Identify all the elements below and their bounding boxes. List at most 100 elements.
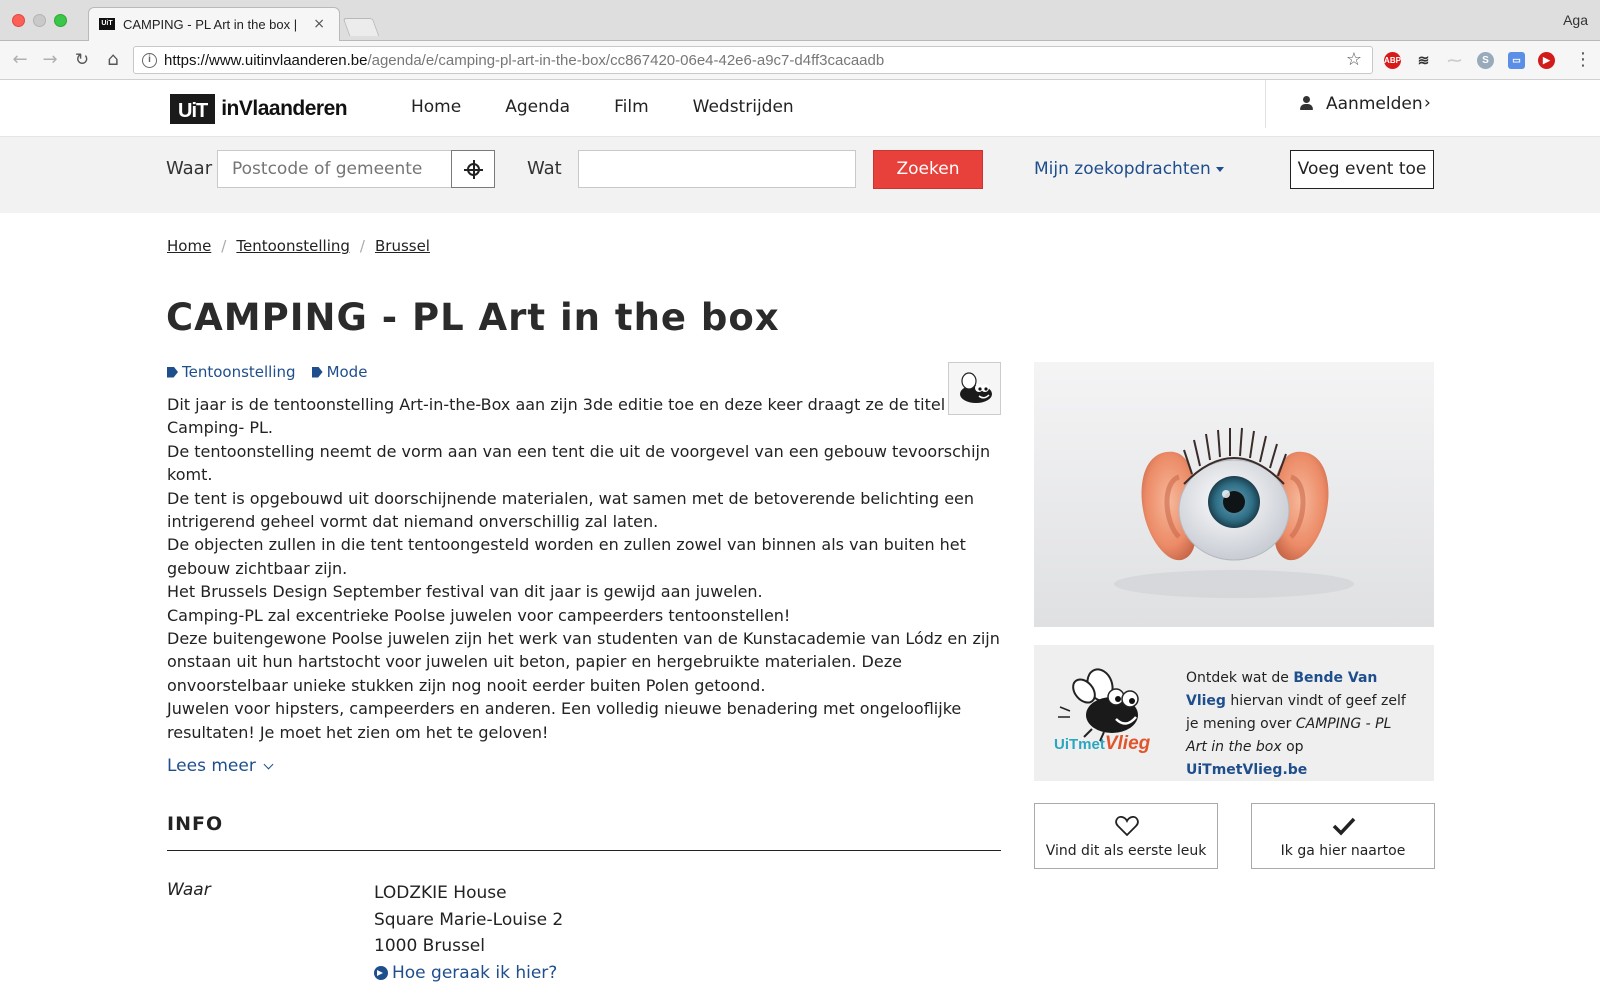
description-paragraph: De objecten zullen in die tent tentoonge… [167, 535, 966, 578]
breadcrumb: Home / Tentoonstelling / Brussel [167, 237, 430, 255]
what-label: Wat [527, 158, 562, 179]
tag-tentoonstelling[interactable]: Tentoonstelling [167, 363, 296, 381]
forward-arrow-icon[interactable]: → [38, 48, 62, 72]
caret-down-icon [1215, 166, 1224, 172]
breadcrumb-category[interactable]: Tentoonstelling [236, 237, 350, 255]
search-bar: Waar Wat Zoeken Mijn zoekopdrachten Voeg… [0, 137, 1600, 213]
browser-toolbar: ← → ↻ ⌂ i https://www.uitinvlaanderen.be… [0, 41, 1600, 80]
venue-city: 1000 Brussel [374, 936, 485, 956]
browser-profile-name[interactable]: Aga [1563, 12, 1588, 28]
breadcrumb-separator: / [359, 237, 365, 255]
reload-icon[interactable]: ↻ [70, 48, 94, 72]
nav-home[interactable]: Home [411, 97, 461, 117]
description-paragraph: De tent is opgebouwd uit doorschijnende … [167, 488, 975, 532]
url-host: https://www.uitinvlaanderen.be [164, 52, 368, 69]
description-paragraph: Dit jaar is de tentoonstelling Art-in-th… [167, 395, 946, 438]
breadcrumb-home[interactable]: Home [167, 237, 211, 255]
crosshair-icon [464, 160, 483, 179]
ghost-extension-icon[interactable]: ⁓ [1446, 52, 1463, 69]
heart-icon [1115, 816, 1139, 836]
adblock-extension-icon[interactable]: ABP [1384, 52, 1401, 69]
check-icon [1332, 817, 1356, 836]
url-text[interactable]: https://www.uitinvlaanderen.be/agenda/e/… [164, 52, 884, 69]
user-icon [1300, 96, 1313, 110]
where-label: Waar [166, 158, 213, 179]
login-link[interactable]: Aanmelden › [1265, 80, 1445, 128]
breadcrumb-city[interactable]: Brussel [375, 237, 430, 255]
site-logo[interactable]: UiT inVlaanderen [170, 93, 348, 125]
info-icon[interactable]: i [142, 53, 157, 68]
add-event-button[interactable]: Voeg event toe [1290, 150, 1434, 189]
home-icon[interactable]: ⌂ [101, 48, 125, 72]
directions-label: Hoe geraak ik hier? [392, 962, 558, 983]
buffer-extension-icon[interactable]: ≋ [1415, 52, 1432, 69]
directions-link[interactable]: Hoe geraak ik hier? [374, 960, 563, 987]
nav-wedstrijden[interactable]: Wedstrijden [693, 97, 794, 117]
wordmark-part-a: UiTmet [1054, 736, 1105, 753]
youtube-extension-icon[interactable]: ▶ [1538, 52, 1555, 69]
info-heading: INFO [167, 813, 1001, 851]
locate-me-button[interactable] [451, 150, 495, 188]
window-zoom-button[interactable] [54, 14, 67, 27]
new-tab-button[interactable] [342, 18, 380, 36]
breadcrumb-separator: / [221, 237, 227, 255]
venue-street: Square Marie-Louise 2 [374, 909, 564, 930]
uitmetvlieg-promo: UiTmetVlieg Ontdek wat de Bende Van Vlie… [1034, 645, 1434, 781]
nav-film[interactable]: Film [614, 97, 649, 117]
attend-label: Ik ga hier naartoe [1280, 843, 1406, 859]
cast-extension-icon[interactable]: ▭ [1508, 52, 1525, 69]
search-button[interactable]: Zoeken [873, 150, 983, 189]
chevron-right-icon: › [1424, 93, 1431, 113]
tag-icon [167, 366, 178, 378]
description-paragraph: Deze buitengewone Poolse juwelen zijn he… [167, 629, 1000, 695]
window-close-button[interactable] [12, 14, 25, 27]
event-address: LODZKIE House Square Marie-Louise 2 1000… [374, 880, 563, 986]
where-input[interactable] [217, 150, 452, 188]
logo-vlaanderen: inVlaanderen [221, 97, 348, 120]
uitmetvlieg-logo[interactable]: UiTmetVlieg [1052, 663, 1162, 763]
arrow-circle-icon [374, 965, 388, 980]
promo-text: Ontdek wat de Bende Van Vlieg hiervan vi… [1186, 667, 1416, 782]
back-arrow-icon[interactable]: ← [8, 48, 32, 72]
event-image[interactable] [1034, 362, 1434, 627]
site-header: UiT inVlaanderen Home Agenda Film Wedstr… [0, 80, 1600, 137]
window-minimize-button[interactable] [33, 14, 46, 27]
wordmark-part-b: Vlieg [1104, 733, 1151, 754]
promo-text-1: Ontdek wat de [1186, 670, 1294, 686]
tag-label: Mode [326, 363, 368, 381]
read-more-label: Lees meer [167, 756, 256, 776]
browser-tab-active[interactable]: UiT CAMPING - PL Art in the box | × [88, 7, 340, 41]
login-label: Aanmelden [1326, 94, 1423, 114]
attend-button[interactable]: Ik ga hier naartoe [1251, 803, 1435, 869]
uitmetvlieg-link[interactable]: UiTmetVlieg.be [1186, 762, 1307, 778]
description-paragraph: Het Brussels Design September festival v… [167, 582, 763, 602]
description-paragraph: Juwelen voor hipsters, campeerders en an… [167, 699, 962, 742]
url-path: /agenda/e/camping-pl-art-in-the-box/cc86… [367, 52, 885, 69]
uitmetvlieg-wordmark: UiTmetVlieg [1054, 733, 1150, 755]
what-input[interactable] [578, 150, 856, 188]
event-tags: Tentoonstelling Mode [167, 363, 383, 381]
address-bar[interactable]: i https://www.uitinvlaanderen.be/agenda/… [133, 46, 1373, 74]
browser-menu-icon[interactable]: ⋮ [1574, 49, 1592, 70]
tag-label: Tentoonstelling [182, 363, 296, 381]
tag-icon [311, 366, 323, 378]
venue-name: LODZKIE House [374, 883, 507, 903]
main-navigation: Home Agenda Film Wedstrijden [411, 97, 838, 117]
nav-agenda[interactable]: Agenda [505, 97, 570, 117]
saved-searches-dropdown[interactable]: Mijn zoekopdrachten [1034, 159, 1224, 179]
promo-text-3: op [1281, 739, 1304, 755]
tag-mode[interactable]: Mode [311, 363, 368, 381]
bookmark-star-icon[interactable]: ☆ [1346, 49, 1362, 70]
like-button[interactable]: Vind dit als eerste leuk [1034, 803, 1218, 869]
skype-extension-icon[interactable]: S [1477, 52, 1494, 69]
uit-favicon-icon: UiT [99, 18, 115, 30]
like-label: Vind dit als eerste leuk [1045, 843, 1207, 859]
chevron-down-icon [263, 759, 274, 770]
event-description: Dit jaar is de tentoonstelling Art-in-th… [167, 393, 1007, 744]
browser-tabbar: UiT CAMPING - PL Art in the box | × Aga [0, 0, 1600, 41]
tab-close-icon[interactable]: × [313, 16, 325, 32]
read-more-link[interactable]: Lees meer [167, 756, 274, 776]
description-paragraph: Camping-PL zal excentrieke Poolse juwele… [167, 605, 791, 625]
eye-with-ears-image [1114, 427, 1354, 598]
saved-searches-label: Mijn zoekopdrachten [1034, 159, 1211, 179]
